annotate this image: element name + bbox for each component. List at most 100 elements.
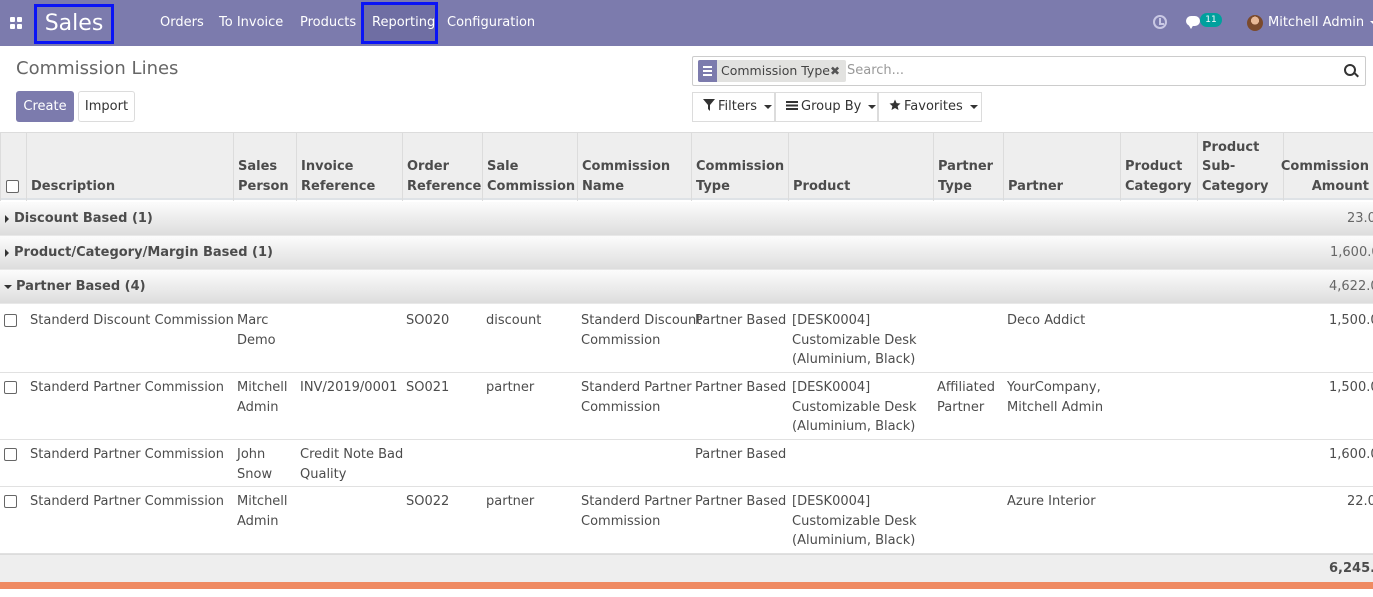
filter-icon bbox=[703, 94, 715, 111]
group-label: Product/Category/Margin Based (1) bbox=[14, 245, 273, 260]
column-header[interactable]: Sales Person bbox=[233, 133, 296, 201]
column-header[interactable]: Product Category bbox=[1120, 133, 1198, 201]
cell-sale-commission: partner bbox=[486, 380, 535, 395]
caret-down-icon bbox=[4, 285, 12, 289]
table-row[interactable]: Standerd Partner Commission Mitchell Adm… bbox=[0, 487, 1373, 554]
row-checkbox[interactable] bbox=[4, 448, 17, 461]
groupby-list-icon bbox=[698, 60, 717, 82]
cell-commission-name: Standerd Partner Commission bbox=[581, 380, 692, 415]
group-label: Discount Based (1) bbox=[14, 211, 153, 226]
cell-commission-type: Partner Based bbox=[695, 380, 787, 395]
user-menu[interactable]: Mitchell Admin bbox=[1268, 0, 1373, 46]
search-icon[interactable] bbox=[1344, 64, 1359, 78]
cell-order-reference: SO020 bbox=[406, 313, 450, 328]
cell-commission-amount: 1,500.00 bbox=[1329, 313, 1373, 328]
commission-lines-table: Description Sales Person Invoice Referen… bbox=[0, 132, 1373, 586]
cell-commission-type: Partner Based bbox=[695, 447, 787, 462]
cell-description: Standerd Discount Commission bbox=[30, 313, 234, 328]
filters-label: Filters bbox=[718, 99, 757, 114]
menu-configuration[interactable]: Configuration bbox=[447, 0, 535, 46]
apps-grid-icon[interactable] bbox=[10, 17, 22, 29]
cell-product: [DESK0004] Customizable Desk (Aluminium,… bbox=[792, 313, 917, 367]
chat-count-badge: 11 bbox=[1200, 13, 1222, 27]
cell-description: Standerd Partner Commission bbox=[30, 380, 225, 395]
filters-dropdown[interactable]: Filters bbox=[692, 92, 775, 122]
column-header[interactable]: Commission Name bbox=[577, 133, 692, 201]
cell-product: [DESK0004] Customizable Desk (Aluminium,… bbox=[792, 380, 917, 434]
caret-down-icon bbox=[868, 104, 877, 109]
cell-partner: Azure Interior bbox=[1007, 494, 1096, 509]
search-input[interactable]: Search... bbox=[847, 57, 904, 85]
group-total: 23.00 bbox=[1347, 211, 1373, 226]
group-row[interactable]: Product/Category/Margin Based (1) 1,600.… bbox=[0, 236, 1373, 270]
cell-invoice-reference: Credit Note Bad Quality bbox=[300, 447, 404, 482]
favorites-dropdown[interactable]: Favorites bbox=[878, 92, 982, 122]
facet-remove-icon[interactable]: ✖ bbox=[830, 60, 840, 82]
select-all-cell bbox=[0, 133, 26, 201]
caret-right-icon bbox=[5, 249, 9, 257]
cell-description: Standerd Partner Commission bbox=[30, 447, 225, 462]
column-header[interactable]: Product Sub- Category bbox=[1197, 133, 1283, 201]
group-row[interactable]: Partner Based (4) 4,622.00 bbox=[0, 270, 1373, 304]
table-row[interactable]: Standerd Partner Commission Mitchell Adm… bbox=[0, 373, 1373, 440]
cell-sale-commission: discount bbox=[486, 313, 542, 328]
column-header[interactable]: Order Reference bbox=[402, 133, 482, 201]
cell-commission-amount: 1,500.00 bbox=[1329, 380, 1373, 395]
groupby-label: Group By bbox=[801, 99, 862, 114]
cell-commission-type: Partner Based bbox=[695, 494, 787, 509]
cell-commission-amount: 22.00 bbox=[1347, 494, 1373, 509]
search-bar[interactable]: Commission Type ✖ Search... bbox=[692, 56, 1366, 86]
cell-sales-person: Mitchell Admin bbox=[237, 494, 288, 529]
menu-to-invoice[interactable]: To Invoice bbox=[219, 0, 283, 46]
top-navbar: Sales Orders To Invoice Products Reporti… bbox=[0, 0, 1373, 46]
cell-sales-person: John Snow bbox=[237, 447, 273, 482]
page-title: Commission Lines bbox=[16, 58, 179, 79]
create-button[interactable]: Create bbox=[16, 91, 74, 122]
group-total: 4,622.00 bbox=[1329, 279, 1373, 294]
menu-reporting[interactable]: Reporting bbox=[361, 2, 438, 44]
import-button[interactable]: Import bbox=[78, 91, 135, 122]
column-header[interactable]: Product bbox=[788, 133, 933, 201]
facet-label: Commission Type bbox=[721, 63, 830, 78]
cell-sales-person: Marc Demo bbox=[237, 313, 276, 348]
row-checkbox[interactable] bbox=[4, 314, 17, 327]
column-header[interactable]: Partner Type bbox=[933, 133, 1003, 201]
caret-right-icon bbox=[5, 215, 9, 223]
table-row[interactable]: Standerd Partner Commission John Snow Cr… bbox=[0, 440, 1373, 487]
app-brand[interactable]: Sales bbox=[34, 4, 114, 44]
activity-clock-icon[interactable] bbox=[1153, 15, 1167, 29]
cell-partner: YourCompany, Mitchell Admin bbox=[1007, 380, 1104, 415]
cell-description: Standerd Partner Commission bbox=[30, 494, 225, 509]
column-header[interactable]: Sale Commission bbox=[482, 133, 578, 201]
table-header: Description Sales Person Invoice Referen… bbox=[0, 132, 1373, 201]
row-checkbox[interactable] bbox=[4, 381, 17, 394]
cell-commission-name: Standerd Discount Commission bbox=[581, 313, 702, 348]
caret-down-icon bbox=[763, 104, 772, 109]
cell-order-reference: SO022 bbox=[406, 494, 450, 509]
search-facet[interactable]: Commission Type ✖ bbox=[698, 60, 846, 82]
cell-partner-type: Affiliated Partner bbox=[937, 380, 995, 415]
cell-product: [DESK0004] Customizable Desk (Aluminium,… bbox=[792, 494, 917, 548]
column-header[interactable]: Description bbox=[26, 133, 234, 201]
user-name-label: Mitchell Admin bbox=[1268, 15, 1365, 30]
menu-orders[interactable]: Orders bbox=[160, 0, 204, 46]
column-header[interactable]: Commission Type bbox=[691, 133, 788, 201]
cell-invoice-reference: INV/2019/0001 bbox=[300, 380, 398, 395]
column-header[interactable]: Invoice Reference bbox=[296, 133, 403, 201]
user-avatar[interactable] bbox=[1247, 15, 1263, 31]
cell-commission-type: Partner Based bbox=[695, 313, 787, 328]
group-total: 1,600.00 bbox=[1330, 245, 1373, 260]
column-header[interactable]: Commission Amount bbox=[1281, 133, 1373, 201]
cell-commission-name: Standerd Partner Commission bbox=[581, 494, 692, 529]
menu-products[interactable]: Products bbox=[300, 0, 356, 46]
select-all-checkbox[interactable] bbox=[6, 180, 19, 193]
caret-down-icon bbox=[969, 104, 978, 109]
group-row[interactable]: Discount Based (1) 23.00 bbox=[0, 202, 1373, 236]
table-row[interactable]: Standerd Discount Commission Marc Demo S… bbox=[0, 306, 1373, 373]
star-icon bbox=[889, 94, 901, 110]
row-checkbox[interactable] bbox=[4, 495, 17, 508]
list-icon bbox=[786, 94, 798, 110]
column-header[interactable]: Partner bbox=[1003, 133, 1121, 201]
groupby-dropdown[interactable]: Group By bbox=[775, 92, 878, 122]
cell-commission-amount: 1,600.00 bbox=[1329, 447, 1373, 462]
